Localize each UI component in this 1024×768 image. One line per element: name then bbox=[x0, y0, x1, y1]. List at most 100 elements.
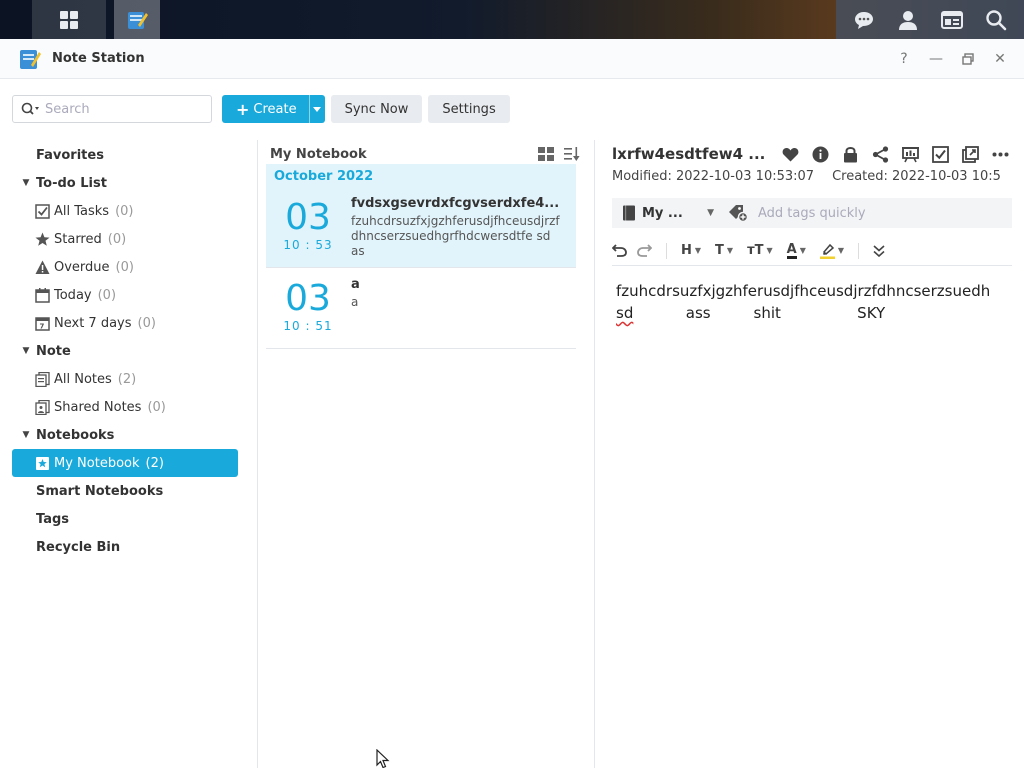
sidebar-item-label: Tags bbox=[36, 511, 70, 527]
window-titlebar[interactable]: Note Station ? — ✕ bbox=[0, 39, 1024, 79]
notebook-tag-bar: My ... ▼ Add tags quickly bbox=[612, 198, 1012, 228]
sidebar-item-overdue[interactable]: Overdue (0) bbox=[12, 253, 238, 281]
presentation-icon[interactable] bbox=[900, 144, 920, 164]
search-input[interactable] bbox=[45, 101, 195, 117]
sidebar-item-label: Starred bbox=[54, 231, 102, 247]
taskbar-note-station-button[interactable] bbox=[114, 0, 160, 39]
caret-down-icon[interactable]: ▼ bbox=[20, 430, 32, 440]
note-time: 10 : 53 bbox=[283, 238, 333, 252]
note-title-field[interactable]: lxrfw4esdtfew4 ... bbox=[612, 140, 765, 168]
sidebar-item-my-notebook[interactable]: My Notebook (2) bbox=[12, 449, 238, 477]
sidebar-item-next-7-days[interactable]: 7 Next 7 days (0) bbox=[12, 309, 238, 337]
tag-input[interactable]: Add tags quickly bbox=[728, 204, 866, 222]
font-size-dropdown[interactable]: тT ▼ bbox=[747, 243, 773, 258]
sidebar-item-starred[interactable]: Starred (0) bbox=[12, 225, 238, 253]
heading-label: H bbox=[681, 243, 692, 258]
note-list-panel: My Notebook October 2022 03 10 : 53 fvds… bbox=[258, 140, 595, 768]
sidebar-item-label: Favorites bbox=[36, 147, 104, 163]
search-box[interactable] bbox=[12, 95, 212, 123]
close-icon[interactable]: ✕ bbox=[988, 47, 1012, 71]
sidebar-section-todo[interactable]: ▼ To-do List bbox=[12, 169, 238, 197]
user-icon[interactable] bbox=[897, 9, 919, 31]
content-line: fzuhcdrsuzfxjgzhferusdjfhceusdjrzfdhncse… bbox=[616, 282, 991, 300]
sidebar-item-label: All Notes bbox=[54, 371, 112, 387]
info-icon[interactable] bbox=[810, 144, 830, 164]
create-dropdown-button[interactable] bbox=[308, 95, 325, 123]
caret-down-icon[interactable]: ▼ bbox=[20, 178, 32, 188]
highlight-dropdown[interactable]: ▼ bbox=[819, 243, 844, 259]
sidebar-item-tags[interactable]: Tags bbox=[12, 505, 238, 533]
note-card[interactable]: 03 10 : 53 fvdsxgsevrdxfcgvserdxfe4... f… bbox=[266, 188, 576, 268]
separator bbox=[858, 242, 860, 259]
sync-now-button[interactable]: Sync Now bbox=[330, 95, 423, 123]
warning-icon bbox=[34, 259, 50, 275]
note-card[interactable]: 03 10 : 51 a a bbox=[266, 269, 576, 349]
separator bbox=[666, 242, 667, 259]
sidebar-item-all-notes[interactable]: All Notes (2) bbox=[12, 365, 238, 393]
sidebar-section-note[interactable]: ▼ Note bbox=[12, 337, 238, 365]
sidebar-item-today[interactable]: Today (0) bbox=[12, 281, 238, 309]
sidebar-item-label: My Notebook bbox=[54, 455, 140, 471]
sidebar-item-favorites[interactable]: Favorites bbox=[12, 141, 238, 169]
note-title: a bbox=[351, 277, 360, 292]
search-icon bbox=[21, 102, 39, 115]
note-preview: fzuhcdrsuzfxjgzhferusdjfhceusdjrzfdhncse… bbox=[351, 214, 560, 258]
notebook-select[interactable]: My ... ▼ bbox=[612, 205, 720, 221]
search-icon[interactable] bbox=[985, 9, 1007, 31]
caret-down-icon: ▼ bbox=[707, 208, 714, 218]
note-time: 10 : 51 bbox=[283, 319, 333, 333]
format-toolbar: H ▼ T ▼ тT ▼ A ▼ ▼ bbox=[612, 236, 1012, 266]
font-size-label: тT bbox=[747, 243, 764, 258]
expand-toolbar-icon[interactable] bbox=[873, 244, 885, 257]
sidebar-section-label: To-do List bbox=[36, 175, 107, 191]
caret-down-icon[interactable]: ▼ bbox=[20, 346, 32, 356]
heading-dropdown[interactable]: H ▼ bbox=[681, 243, 701, 258]
grid-view-icon[interactable] bbox=[538, 147, 554, 161]
settings-button[interactable]: Settings bbox=[428, 95, 510, 123]
tag-input-placeholder: Add tags quickly bbox=[758, 205, 866, 221]
text-color-dropdown[interactable]: A ▼ bbox=[786, 243, 806, 259]
note-day: 03 bbox=[285, 278, 331, 319]
checkbox-icon bbox=[34, 203, 50, 219]
sidebar-item-shared-notes[interactable]: Shared Notes (0) bbox=[12, 393, 238, 421]
more-icon[interactable] bbox=[990, 144, 1010, 164]
sidebar-section-notebooks[interactable]: ▼ Notebooks bbox=[12, 421, 238, 449]
sidebar-item-count: (2) bbox=[117, 371, 137, 387]
main-menu-button[interactable] bbox=[32, 0, 106, 39]
calendar-week-icon: 7 bbox=[34, 315, 50, 331]
sidebar-item-count: (0) bbox=[137, 315, 156, 331]
sidebar-item-label: Shared Notes bbox=[54, 399, 142, 415]
chat-icon[interactable] bbox=[853, 9, 875, 31]
undo-icon[interactable] bbox=[612, 244, 627, 257]
note-preview: a bbox=[351, 295, 359, 309]
heart-icon[interactable] bbox=[780, 144, 800, 164]
share-icon[interactable] bbox=[870, 144, 890, 164]
redo-icon[interactable] bbox=[637, 244, 652, 257]
lock-icon[interactable] bbox=[840, 144, 860, 164]
sidebar-item-all-tasks[interactable]: All Tasks (0) bbox=[12, 197, 238, 225]
create-label: Create bbox=[253, 101, 297, 117]
sidebar-item-smart-notebooks[interactable]: Smart Notebooks bbox=[12, 477, 238, 505]
widgets-icon[interactable] bbox=[941, 9, 963, 31]
minimize-icon[interactable]: — bbox=[924, 47, 948, 71]
text-style-dropdown[interactable]: T ▼ bbox=[715, 243, 733, 258]
sidebar-item-label: Smart Notebooks bbox=[36, 483, 164, 499]
taskbar-tray bbox=[836, 0, 1024, 39]
sidebar-section-label: Notebooks bbox=[36, 427, 115, 443]
sort-icon[interactable] bbox=[564, 147, 580, 161]
notebook-icon bbox=[623, 205, 635, 221]
sidebar-item-count: (0) bbox=[97, 287, 117, 303]
note-day: 03 bbox=[285, 197, 331, 238]
restore-icon[interactable] bbox=[956, 47, 980, 71]
sidebar-item-label: Next 7 days bbox=[54, 315, 132, 331]
notebook-select-label: My ... bbox=[642, 205, 683, 221]
note-station-window: Note Station ? — ✕ +Create Sync Now Sett… bbox=[0, 39, 1024, 768]
open-in-window-icon[interactable] bbox=[960, 144, 980, 164]
notes-icon bbox=[34, 371, 50, 387]
sidebar-item-recycle-bin[interactable]: Recycle Bin bbox=[12, 533, 238, 561]
sidebar-section-label: Note bbox=[36, 343, 71, 359]
help-icon[interactable]: ? bbox=[892, 47, 916, 71]
create-button[interactable]: + Create bbox=[222, 95, 325, 123]
todo-checkbox-icon[interactable] bbox=[930, 144, 950, 164]
note-content[interactable]: fzuhcdrsuzfxjgzhferusdjfhceusdjrzfdhncse… bbox=[616, 280, 1024, 324]
